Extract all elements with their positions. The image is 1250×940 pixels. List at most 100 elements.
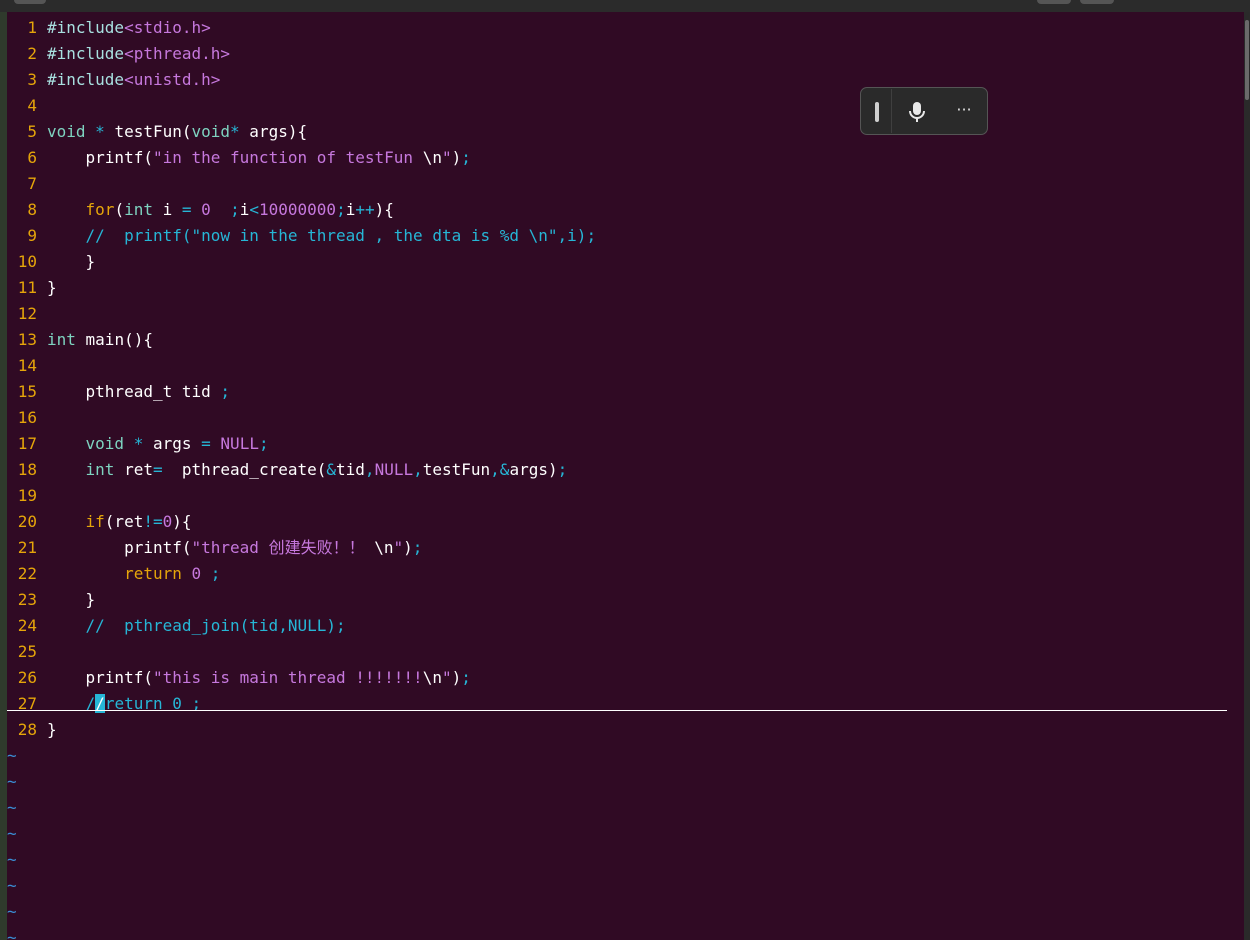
code-line[interactable]: 14 <box>7 353 1244 379</box>
empty-line-marker: ~ <box>7 928 17 940</box>
code-token: * <box>230 122 240 141</box>
code-line[interactable]: 21 printf("thread 创建失败！！ \n"); <box>7 535 1244 561</box>
code-token: 0 <box>191 564 202 583</box>
line-number: 7 <box>27 174 37 193</box>
code-token: ){ <box>172 512 192 531</box>
scrollbar[interactable] <box>1244 12 1250 940</box>
line-number: 5 <box>27 122 37 141</box>
line-number: 25 <box>17 642 37 661</box>
line-number: 2 <box>27 44 37 63</box>
code-token: \n <box>422 668 442 687</box>
code-token: pthread_t tid <box>47 382 221 401</box>
code-token: <pthread.h> <box>124 44 231 63</box>
code-line[interactable]: 4 <box>7 93 1244 119</box>
line-text: for(int i = 0 ;i<10000000;i++){ <box>47 197 394 223</box>
line-number: 12 <box>17 304 37 323</box>
drag-handle-icon[interactable] <box>875 102 879 122</box>
line-number: 13 <box>17 330 37 349</box>
line-number: 3 <box>27 70 37 89</box>
code-token: , <box>413 460 423 479</box>
code-token: ) <box>451 668 462 687</box>
code-line[interactable]: 6 printf("in the function of testFun \n"… <box>7 145 1244 171</box>
line-text: return 0 ; <box>47 561 220 587</box>
code-token: // printf("now in the thread , the dta i… <box>47 226 597 245</box>
code-line[interactable]: 15 pthread_t tid ; <box>7 379 1244 405</box>
line-text: } <box>47 587 96 613</box>
line-text: } <box>47 275 57 301</box>
code-line[interactable]: 27 //return 0 ; <box>7 691 1244 717</box>
code-line[interactable]: 23 } <box>7 587 1244 613</box>
code-token: } <box>47 720 57 739</box>
code-line[interactable]: 13 int main(){ <box>7 327 1244 353</box>
code-token: } <box>47 278 57 297</box>
code-line[interactable]: 16 <box>7 405 1244 431</box>
code-token: printf( <box>47 668 153 687</box>
scrollbar-thumb[interactable] <box>1245 20 1249 100</box>
line-text: if(ret!=0){ <box>47 509 192 535</box>
code-line[interactable]: 10 } <box>7 249 1244 275</box>
code-line[interactable]: 22 return 0 ; <box>7 561 1244 587</box>
line-text: int main(){ <box>47 327 153 353</box>
line-number: 15 <box>17 382 37 401</box>
window-button[interactable] <box>1037 0 1071 4</box>
code-line[interactable]: 19 <box>7 483 1244 509</box>
code-line[interactable]: 24 // pthread_join(tid,NULL); <box>7 613 1244 639</box>
code-token: ) <box>451 148 462 167</box>
code-line[interactable]: 12 <box>7 301 1244 327</box>
code-token: #include <box>47 44 125 63</box>
line-number: 17 <box>17 434 37 453</box>
line-number: 14 <box>17 356 37 375</box>
code-token: #include <box>47 18 125 37</box>
code-token: testFun <box>422 460 491 479</box>
code-token: testFun( <box>114 122 192 141</box>
vim-editor[interactable]: 1 #include<stdio.h> 2 #include<pthread.h> 3 #… <box>7 12 1244 940</box>
code-token: i <box>345 200 356 219</box>
code-token: pthread_create( <box>162 460 327 479</box>
code-line[interactable]: 25 <box>7 639 1244 665</box>
code-line[interactable]: 17 void * args = NULL; <box>7 431 1244 457</box>
code-token: & <box>326 460 337 479</box>
code-token: tid <box>336 460 365 479</box>
code-token: int <box>124 200 153 219</box>
line-text: int ret= pthread_create(&tid,NULL,testFu… <box>47 457 568 483</box>
more-options-icon[interactable]: ··· <box>954 100 974 124</box>
code-token: } <box>47 590 96 609</box>
code-token: args <box>152 434 202 453</box>
code-token: ( <box>114 200 125 219</box>
code-token: = <box>181 200 192 219</box>
microphone-icon[interactable] <box>907 100 927 124</box>
empty-line-marker: ~ <box>7 746 17 765</box>
code-line[interactable]: 20 if(ret!=0){ <box>7 509 1244 535</box>
window-button[interactable] <box>1080 0 1114 4</box>
code-line[interactable]: 28} <box>7 717 1244 743</box>
code-token: #include <box>47 70 125 89</box>
code-line[interactable]: 1 #include<stdio.h> <box>7 15 1244 41</box>
desktop-edge <box>0 12 7 940</box>
line-number: 19 <box>17 486 37 505</box>
line-number: 27 <box>17 694 37 713</box>
code-line[interactable]: 7 <box>7 171 1244 197</box>
code-line[interactable]: 2 #include<pthread.h> <box>7 41 1244 67</box>
code-token: NULL <box>374 460 414 479</box>
code-token: * <box>85 122 115 141</box>
code-line[interactable]: 3 #include<unistd.h> <box>7 67 1244 93</box>
code-token: } <box>47 252 96 271</box>
code-token: ; <box>258 434 269 453</box>
code-token: ; <box>461 148 471 167</box>
code-token: 0 <box>201 200 211 219</box>
code-line[interactable]: 9 // printf("now in the thread , the dta… <box>7 223 1244 249</box>
code-line[interactable]: 8 for(int i = 0 ;i<10000000;i++){ <box>7 197 1244 223</box>
line-text: } <box>47 717 57 743</box>
code-line[interactable]: 26 printf("this is main thread !!!!!!!\n… <box>7 665 1244 691</box>
code-line[interactable]: 18 int ret= pthread_create(&tid,NULL,tes… <box>7 457 1244 483</box>
window-button[interactable] <box>14 0 46 4</box>
code-token: ; <box>220 382 231 401</box>
code-line[interactable]: 5 void * testFun(void* args){ <box>7 119 1244 145</box>
code-line[interactable]: 11} <box>7 275 1244 301</box>
